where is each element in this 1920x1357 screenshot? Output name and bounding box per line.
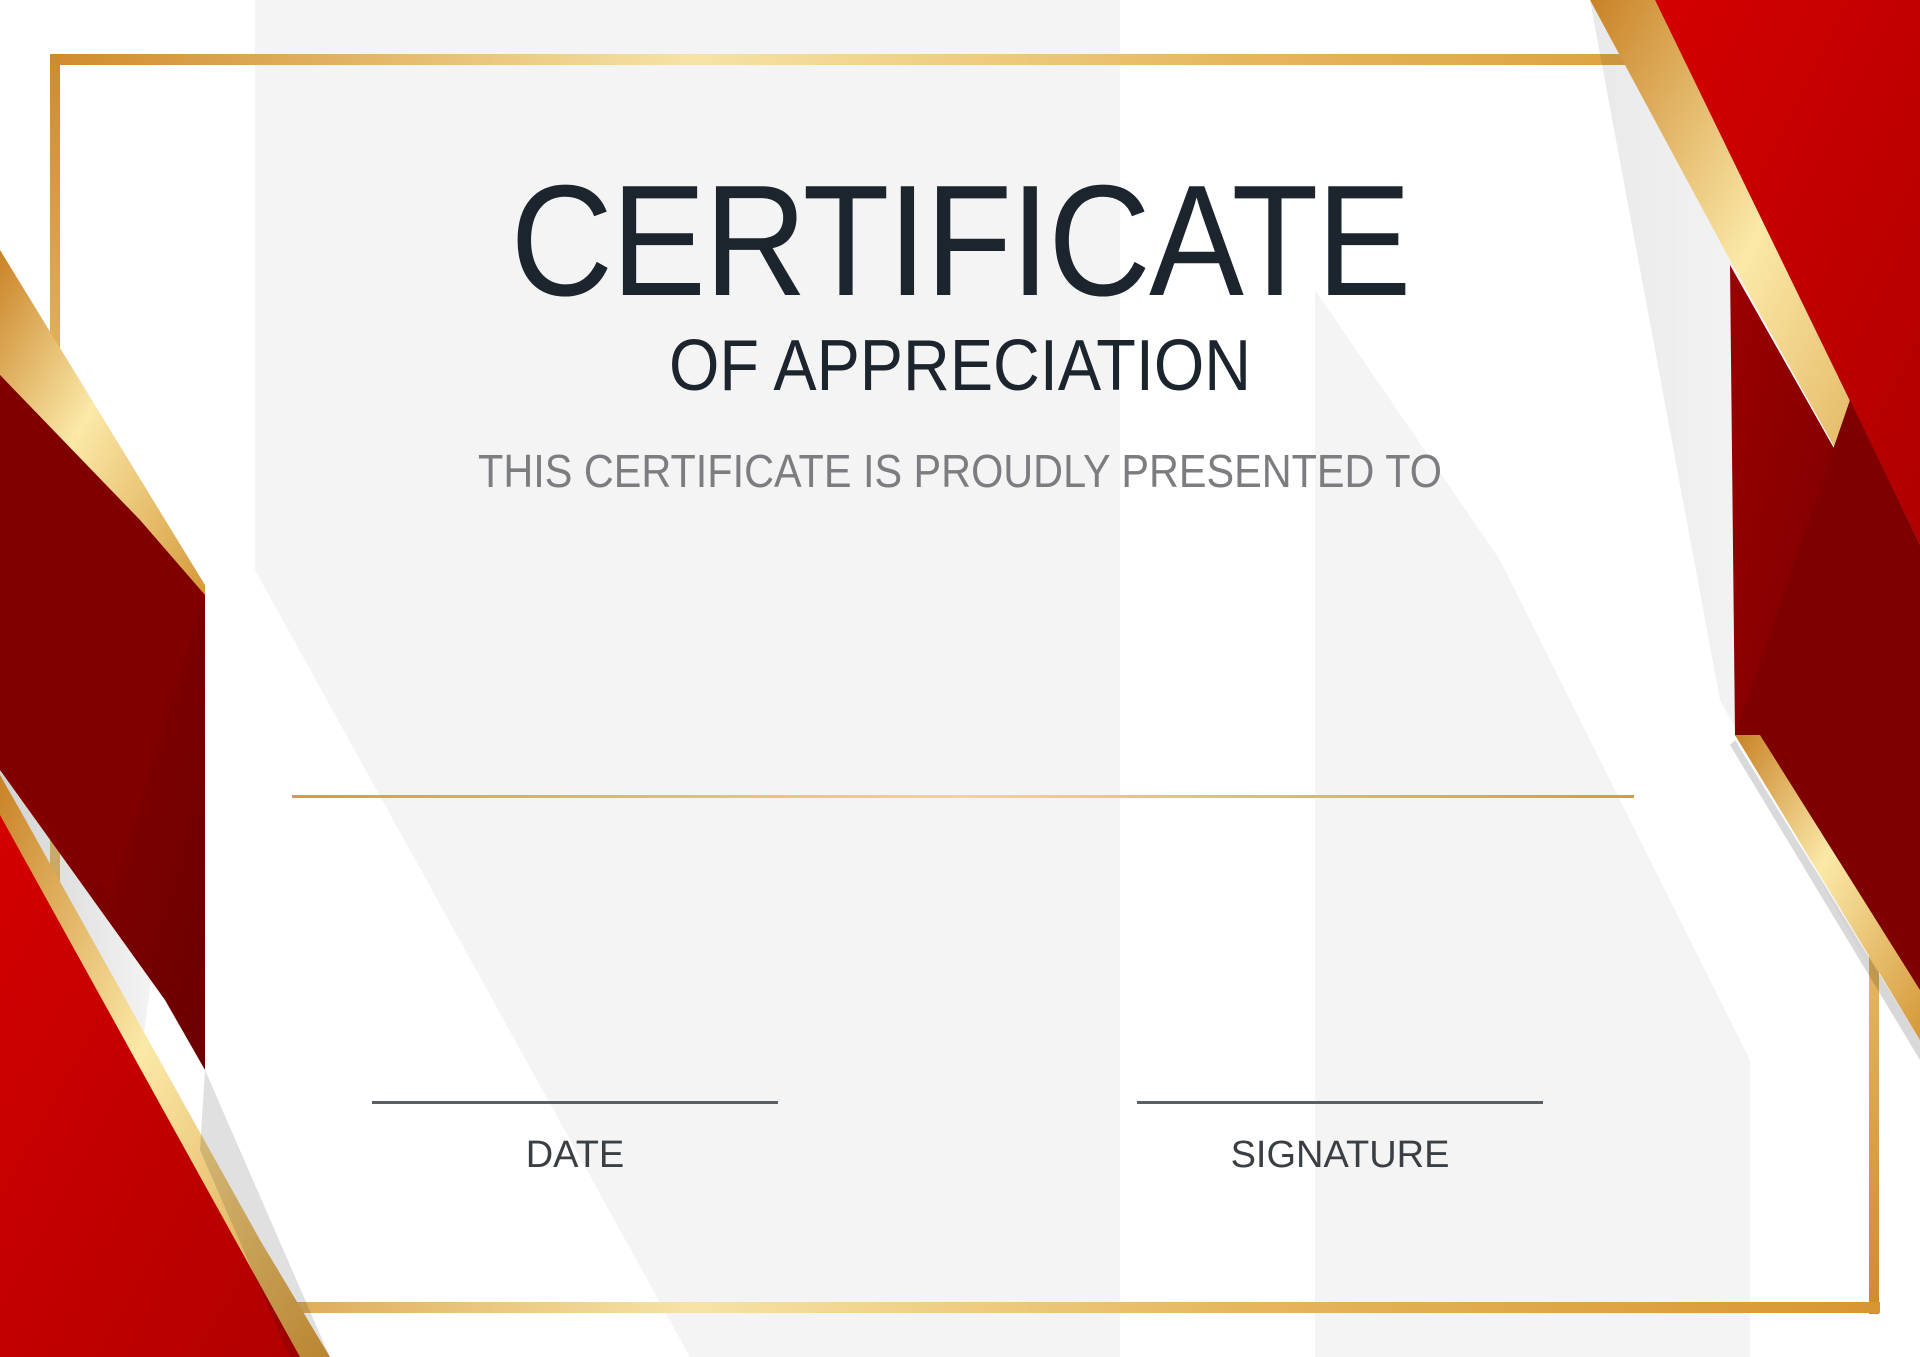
date-block: DATE: [372, 1101, 778, 1177]
signature-label: SIGNATURE: [1230, 1134, 1450, 1176]
date-line: [372, 1101, 778, 1104]
signature-line: [1137, 1101, 1543, 1104]
certificate-subtitle: OF APPRECIATION: [668, 326, 1252, 406]
name-line: [292, 795, 1634, 798]
presented-to-text: THIS CERTIFICATE IS PROUDLY PRESENTED TO: [478, 445, 1442, 497]
certificate-page: CERTIFICATE OF APPRECIATION THIS CERTIFI…: [0, 0, 1920, 1357]
signature-block: SIGNATURE: [1137, 1101, 1543, 1177]
date-label: DATE: [525, 1134, 625, 1176]
certificate-title: CERTIFICATE: [510, 153, 1411, 329]
